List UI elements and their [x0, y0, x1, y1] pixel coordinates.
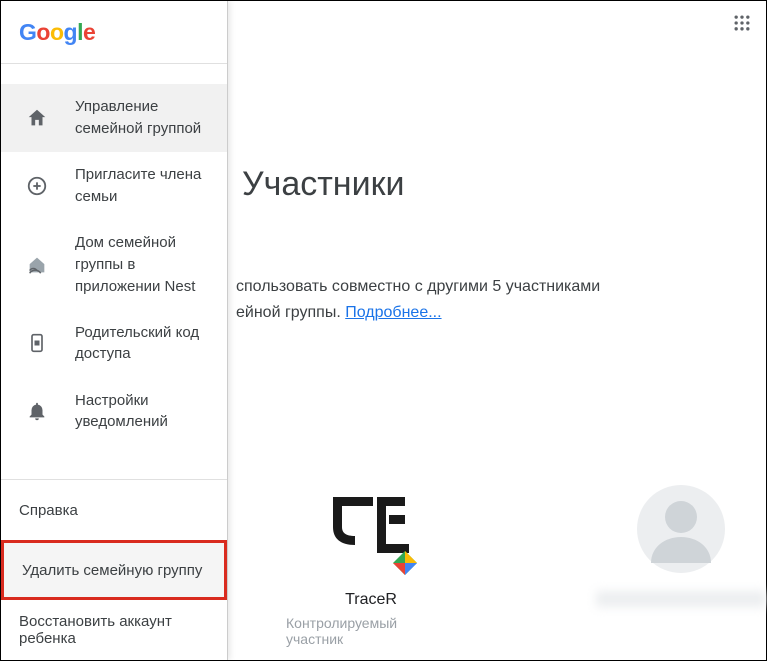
bell-icon [25, 399, 49, 423]
nav-label: Управление семейной группой [75, 96, 209, 140]
home-icon [25, 106, 49, 130]
restore-child-account[interactable]: Восстановить аккаунт ребенка [1, 600, 227, 660]
main-content: Участники спользовать совместно с другим… [228, 1, 766, 660]
member-name-redacted [596, 591, 766, 607]
desc-line1: спользовать совместно с другими 5 участн… [236, 278, 600, 295]
phone-code-icon [25, 331, 49, 355]
nav-notifications[interactable]: Настройки уведомлений [1, 377, 227, 445]
member-card[interactable]: TraceR Контролируемый участник [286, 485, 456, 647]
nav-invite-member[interactable]: Пригласите члена семьи [1, 152, 227, 220]
page-title: Участники [242, 165, 766, 204]
apps-icon[interactable] [726, 7, 758, 39]
avatar-placeholder [637, 485, 725, 573]
avatar [327, 485, 415, 573]
member-name: TraceR [345, 591, 397, 609]
add-circle-icon [25, 174, 49, 198]
sidebar: Google Управление семейной группой Пригл… [1, 1, 228, 660]
nav: Управление семейной группой Пригласите ч… [1, 64, 227, 445]
bottom-nav: Справка Удалить семейную группу Восстано… [1, 479, 227, 660]
desc-line2: ейной группы. [236, 304, 345, 321]
page-description: спользовать совместно с другими 5 участн… [228, 274, 766, 325]
logo-row: Google [1, 1, 227, 63]
nav-label: Пригласите члена семьи [75, 164, 209, 208]
nav-label: Настройки уведомлений [75, 390, 209, 434]
member-role: Контролируемый участник [286, 615, 456, 647]
google-logo[interactable]: Google [19, 19, 95, 46]
nav-parental-code[interactable]: Родительский код доступа [1, 309, 227, 377]
nest-home-icon [25, 253, 49, 277]
member-card[interactable] [596, 485, 766, 647]
members-row: TraceR Контролируемый участник [228, 485, 766, 647]
nav-label: Родительский код доступа [75, 322, 209, 366]
nav-manage-family[interactable]: Управление семейной группой [1, 84, 227, 152]
learn-more-link[interactable]: Подробнее... [345, 304, 441, 321]
help-link[interactable]: Справка [1, 480, 227, 540]
nav-nest-home[interactable]: Дом семейной группы в приложении Nest [1, 220, 227, 309]
restore-label: Восстановить аккаунт ребенка [19, 613, 209, 647]
family-badge-icon [391, 549, 419, 577]
nav-label: Дом семейной группы в приложении Nest [75, 232, 209, 297]
delete-label: Удалить семейную группу [22, 562, 202, 579]
help-label: Справка [19, 502, 78, 519]
delete-family-group[interactable]: Удалить семейную группу [1, 540, 227, 600]
